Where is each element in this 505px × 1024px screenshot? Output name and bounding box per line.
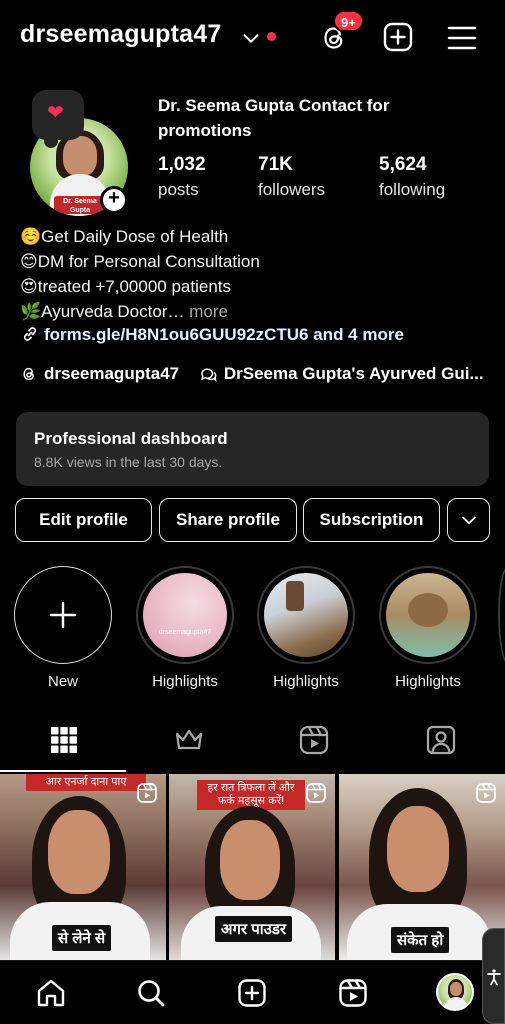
unread-dot: [267, 32, 276, 41]
home-icon[interactable]: [35, 977, 67, 1009]
link-icon: [23, 327, 37, 341]
highlight-item[interactable]: Highlights: [379, 566, 477, 690]
highlight-cover-caption: drseemagupta47: [158, 629, 212, 636]
accessibility-icon: [487, 969, 501, 986]
heart-icon: ❤: [47, 102, 64, 124]
highlight-cover: [386, 573, 470, 657]
highlight-offscreen[interactable]: [498, 566, 505, 664]
grid-post[interactable]: संकेत हो: [339, 774, 505, 960]
channel-name: DrSeema Gupta's Ayurved Gui...: [223, 364, 484, 383]
bio-more-link[interactable]: more: [184, 302, 228, 321]
create-icon[interactable]: [236, 977, 268, 1009]
professional-dashboard[interactable]: Professional dashboard 8.8K views in the…: [16, 412, 489, 486]
highlight-ring: drseemagupta47: [136, 566, 234, 664]
reels-icon[interactable]: [337, 977, 369, 1009]
stat-value: 1,032: [158, 154, 206, 175]
threads-profile-link[interactable]: drseemagupta47: [20, 364, 179, 384]
post-caption: से लेने से: [52, 925, 112, 951]
highlight-item[interactable]: Highlights: [257, 566, 355, 690]
search-icon[interactable]: [135, 977, 167, 1009]
profile-nav-face: [450, 982, 462, 996]
display-name: Dr. Seema Gupta Contact for promotions: [158, 96, 390, 140]
highlight-label: New: [47, 673, 78, 690]
stat-following[interactable]: 5,624 following: [379, 154, 445, 200]
threads-icon: [23, 367, 34, 381]
account-switcher-username[interactable]: drseemagupta47: [20, 20, 222, 49]
avatar-face: [63, 136, 97, 176]
bio-line-text: 🌿Ayurveda Doctor…: [20, 302, 185, 321]
post-face: [220, 820, 280, 900]
active-tab-indicator: [0, 770, 126, 772]
post-caption: संकेत हो: [391, 927, 450, 953]
reel-indicator-icon: [137, 783, 157, 803]
stat-label: followers: [258, 180, 326, 199]
highlight-cover-figure: [286, 581, 304, 611]
discover-people-button[interactable]: [447, 498, 490, 542]
tagged-tab-icon[interactable]: [425, 724, 457, 756]
highlight-cover-figure: [408, 593, 448, 627]
bio-line: 😍treated +7,00000 patients: [20, 277, 232, 296]
bio-line: 😊DM for Personal Consultation: [20, 252, 260, 271]
reels-tab-icon[interactable]: [298, 724, 330, 756]
bio-line-last: 🌿Ayurveda Doctor… more: [20, 299, 490, 324]
dashboard-subtitle: 8.8K views in the last 30 days.: [34, 454, 223, 470]
highlight-ring: [379, 566, 477, 664]
add-story-plus-icon[interactable]: +: [100, 186, 128, 214]
chevron-down-icon: [461, 516, 476, 525]
reel-indicator-icon: [476, 783, 496, 803]
broadcast-channel-link[interactable]: DrSeema Gupta's Ayurved Gui...: [198, 364, 484, 384]
threads-handle: drseemagupta47: [44, 364, 180, 383]
linked-accounts-row: drseemagupta47 DrSeema Gupta's Ayurved G…: [20, 364, 490, 390]
avatar-name-tag: Dr. Seema Gupta: [54, 196, 106, 214]
bio: ☺️Get Daily Dose of Health 😊DM for Perso…: [20, 224, 490, 324]
stat-value: 5,624: [379, 154, 427, 175]
note-bubble-tail: [44, 134, 58, 148]
highlight-ring: [257, 566, 355, 664]
subscriptions-crown-icon[interactable]: [173, 724, 205, 756]
post-face: [387, 806, 449, 892]
highlight-cover: [264, 573, 348, 657]
stat-label: posts: [158, 180, 199, 199]
stat-label: following: [379, 180, 446, 199]
profile-nav-avatar[interactable]: [436, 973, 474, 1011]
top-bar: drseemagupta47 9+: [0, 0, 505, 78]
bottom-navigation: [0, 960, 505, 1024]
bio-link[interactable]: forms.gle/H8N1ou6GUU92zCTU6 and 4 more: [20, 325, 404, 345]
stat-posts[interactable]: 1,032 posts: [158, 154, 206, 200]
profile-nav-body: [444, 997, 468, 1009]
dashboard-title: Professional dashboard: [34, 429, 228, 448]
chevron-down-icon[interactable]: [240, 27, 262, 49]
highlight-label: Highlights: [395, 673, 461, 690]
channel-chat-icon: [201, 368, 217, 383]
highlight-cover: drseemagupta47: [143, 573, 227, 657]
grid-post[interactable]: आर एनर्जा दाना पाए से लेने से: [0, 774, 166, 960]
subscription-button[interactable]: Subscription: [303, 498, 440, 542]
grid-post[interactable]: हर रात त्रिफला लें और फर्क महसूस करें! अ…: [169, 774, 335, 960]
highlight-new[interactable]: New: [14, 566, 112, 690]
plus-icon: [49, 601, 77, 629]
stat-value: 71K: [258, 154, 293, 175]
bio-line: ☺️Get Daily Dose of Health: [20, 227, 229, 246]
notification-badge: 9+: [333, 10, 364, 32]
reel-indicator-icon: [306, 783, 326, 803]
share-profile-button[interactable]: Share profile: [159, 498, 297, 542]
menu-hamburger-icon[interactable]: [446, 22, 478, 54]
post-banner: आर एनर्जा दाना पाए: [26, 774, 146, 791]
highlight-label: Highlights: [273, 673, 339, 690]
highlight-label: Highlights: [152, 673, 218, 690]
bio-link-text: forms.gle/H8N1ou6GUU92zCTU6 and 4 more: [44, 325, 404, 344]
stat-followers[interactable]: 71K followers: [258, 154, 325, 200]
post-caption: अगर पाउडर: [215, 916, 292, 942]
create-plus-icon[interactable]: [382, 21, 414, 53]
post-face: [48, 810, 110, 894]
accessibility-button[interactable]: [482, 928, 505, 1024]
highlight-item[interactable]: drseemagupta47 Highlights: [136, 566, 234, 690]
edit-profile-button[interactable]: Edit profile: [15, 498, 152, 542]
grid-tab-icon[interactable]: [48, 724, 80, 756]
highlight-new-ring: [14, 566, 112, 664]
